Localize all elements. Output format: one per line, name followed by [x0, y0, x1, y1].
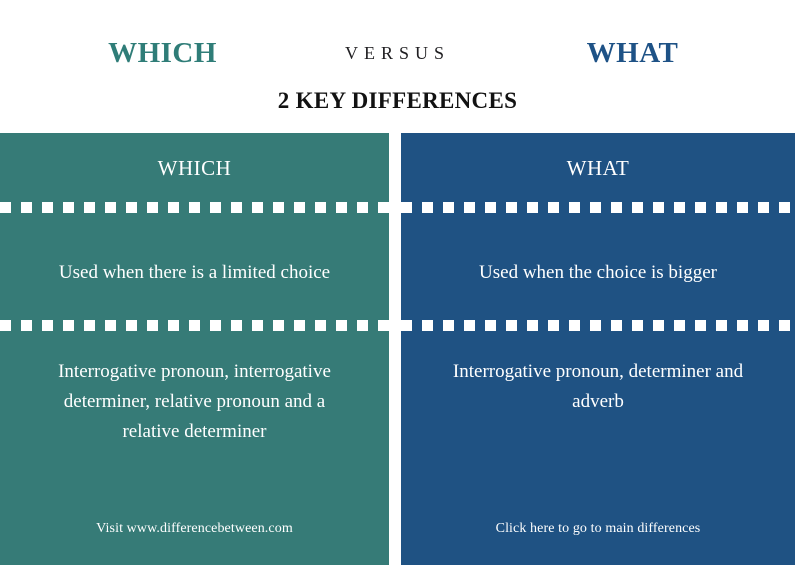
footer-link-main-differences[interactable]: Click here to go to main differences: [401, 521, 795, 537]
comparison-column-what: WHAT Used when the choice is bigger Inte…: [401, 133, 795, 565]
footer-note-which[interactable]: Visit www.differencebetween.com: [0, 521, 389, 537]
title-header: WHICH VERSUS WHAT: [0, 28, 795, 78]
cell-what-row1: Used when the choice is bigger: [479, 262, 717, 284]
column-header-which: WHICH: [157, 156, 232, 180]
table-row: Used when the choice is bigger: [401, 231, 795, 315]
table-row: Interrogative pronoun, determiner and ad…: [401, 339, 795, 417]
table-row: Interrogative pronoun, interrogative det…: [0, 339, 389, 447]
cell-what-row2: Interrogative pronoun, determiner and ad…: [452, 361, 744, 413]
header-term-what: WHAT: [586, 36, 679, 69]
column-header-what: WHAT: [566, 156, 630, 180]
dashed-separator-icon: [0, 320, 389, 331]
table-row: Used when there is a limited choice: [0, 231, 389, 315]
header-term-which: WHICH: [108, 36, 217, 69]
comparison-column-which: WHICH Used when there is a limited choic…: [0, 133, 389, 565]
cell-which-row1: Used when there is a limited choice: [58, 262, 331, 284]
page-subtitle: 2 KEY DIFFERENCES: [277, 88, 518, 113]
dashed-separator-icon: [401, 320, 795, 331]
header-versus-label: VERSUS: [344, 42, 451, 63]
infographic-canvas: WHICH VERSUS WHAT 2 KEY DIFFERENCES WHIC…: [0, 0, 795, 565]
cell-which-row2: Interrogative pronoun, interrogative det…: [58, 361, 331, 443]
dashed-separator-icon: [0, 202, 389, 213]
comparison-table: WHICH Used when there is a limited choic…: [0, 133, 795, 565]
dashed-separator-icon: [401, 202, 795, 213]
